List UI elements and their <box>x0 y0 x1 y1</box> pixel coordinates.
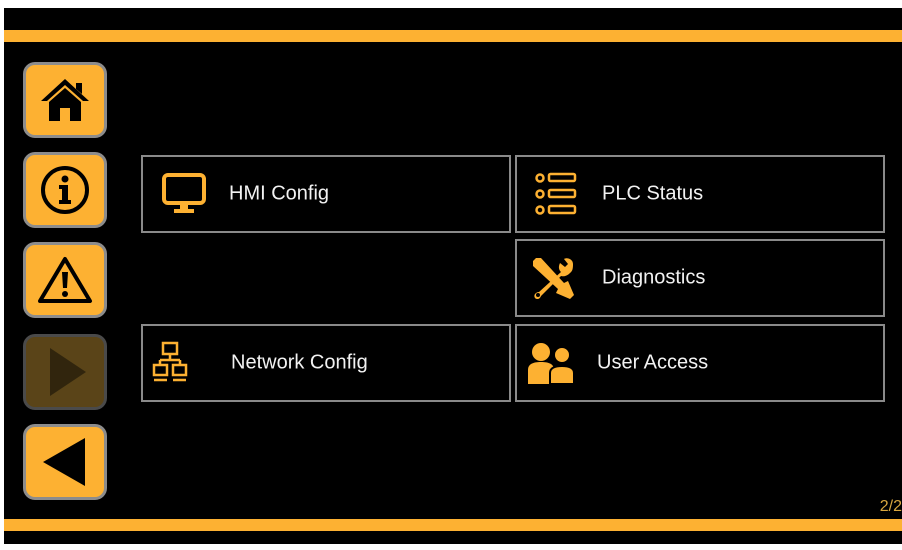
hmi-config-label: HMI Config <box>229 182 330 205</box>
back-button[interactable] <box>23 424 107 500</box>
forward-button[interactable] <box>23 334 107 410</box>
diagnostics-tile[interactable]: Diagnostics <box>515 239 885 317</box>
plc-status-tile[interactable]: PLC Status <box>515 155 885 233</box>
home-button[interactable] <box>23 62 107 138</box>
network-config-label: Network Config <box>231 351 368 374</box>
info-button[interactable] <box>23 152 107 228</box>
top-accent-bar <box>4 30 902 42</box>
home-icon <box>41 79 89 121</box>
monitor-icon <box>162 173 206 213</box>
hmi-config-tile[interactable]: HMI Config <box>141 155 511 233</box>
network-config-tile[interactable]: Network Config <box>141 324 511 402</box>
bottom-accent-bar <box>4 519 902 531</box>
network-icon <box>152 341 188 382</box>
page-indicator: 2/2 <box>879 498 902 515</box>
users-icon <box>528 343 575 385</box>
play-forward-icon <box>50 348 86 396</box>
diagnostics-label: Diagnostics <box>602 266 706 289</box>
back-icon <box>43 438 85 486</box>
warning-icon <box>38 257 92 303</box>
tools-icon <box>533 258 574 300</box>
hmi-screen: HMI Config PLC Status Diagnostics Networ… <box>4 8 902 544</box>
info-icon <box>41 166 89 214</box>
plc-status-label: PLC Status <box>602 182 704 205</box>
user-access-tile[interactable]: User Access <box>515 324 885 402</box>
list-icon <box>535 172 577 215</box>
warning-button[interactable] <box>23 242 107 318</box>
user-access-label: User Access <box>597 351 709 374</box>
